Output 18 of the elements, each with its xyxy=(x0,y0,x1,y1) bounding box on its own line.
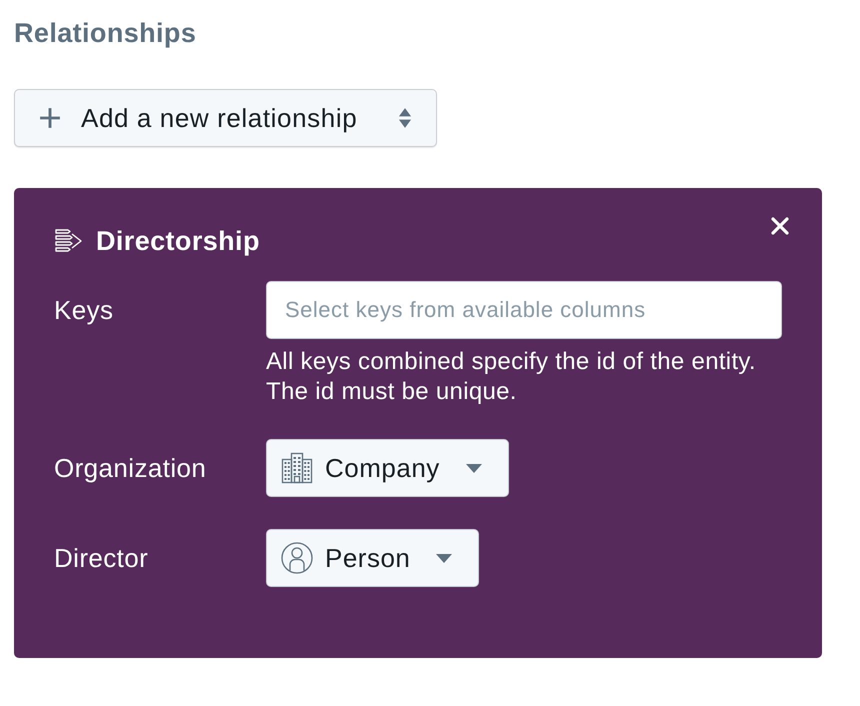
add-relationship-button[interactable]: Add a new relationship xyxy=(14,89,437,147)
close-icon xyxy=(770,216,790,236)
person-icon xyxy=(281,542,313,574)
help-text: All keys combined specify the id of the entity. The id must be unique. xyxy=(266,347,757,407)
section-heading: Relationships xyxy=(14,17,198,50)
keys-input-field[interactable]: Select keys from available columns xyxy=(266,281,782,339)
close-button[interactable] xyxy=(770,216,790,236)
sort-caret-icon xyxy=(398,107,412,129)
building-icon xyxy=(281,452,313,484)
entity-select[interactable]: Company xyxy=(266,439,509,497)
field-label: Director xyxy=(54,542,150,575)
field-label: Keys xyxy=(54,294,114,327)
panel-title: Directorship xyxy=(96,226,260,256)
plus-icon xyxy=(39,107,61,129)
field-label: Organization xyxy=(54,452,208,485)
caret-down-icon xyxy=(436,554,452,562)
caret-down-icon xyxy=(466,464,482,472)
entity-select[interactable]: Person xyxy=(266,529,480,587)
